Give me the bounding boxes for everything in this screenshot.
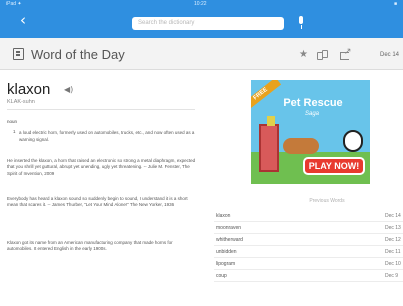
status-time: 10:22 xyxy=(194,1,207,7)
recent-word: moonraven xyxy=(216,225,242,231)
list-item[interactable]: coup Dec 9 xyxy=(214,270,403,282)
search-input[interactable]: Search the dictionary xyxy=(132,17,284,30)
page-header: Word of the Day ★ ↗ Dec 14 xyxy=(0,38,403,70)
pronunciation: KLAK-suhn xyxy=(7,99,35,105)
recent-word: klaxon xyxy=(216,213,231,219)
list-item[interactable]: unbidden Dec 11 xyxy=(214,246,403,258)
list-item[interactable]: klaxon Dec 14 xyxy=(214,210,403,222)
recent-word: whitherward xyxy=(216,237,243,243)
recent-words-heading: Previous Words xyxy=(309,198,345,204)
list-item[interactable]: moonraven Dec 13 xyxy=(214,222,403,234)
definition-number: 1 xyxy=(13,129,16,134)
word-origin: Klaxon got its name from an American man… xyxy=(7,240,173,252)
advertisement-banner[interactable]: FREE Pet Rescue Saga PLAY NOW! xyxy=(251,80,370,184)
recent-word: unbidden xyxy=(216,249,237,255)
recent-date: Dec 11 xyxy=(385,249,401,255)
list-item[interactable]: lipogram Dec 10 xyxy=(214,258,403,270)
recent-date: Dec 13 xyxy=(385,225,401,231)
recent-date: Dec 12 xyxy=(385,237,401,243)
ad-tagline: Saga xyxy=(304,111,319,117)
navigation-bar: iPad ✦ 10:22 ■ ‹ Search the dictionary xyxy=(0,0,403,38)
citation: He inserted the klaxon, a horn that rais… xyxy=(7,158,196,176)
recent-date: Dec 10 xyxy=(385,261,401,267)
headword: klaxon xyxy=(7,81,51,98)
citation: Everybody has heard a klaxon sound so su… xyxy=(7,196,188,208)
play-now-button[interactable]: PLAY NOW! xyxy=(303,157,365,175)
recent-word: coup xyxy=(216,273,227,279)
part-of-speech: noun xyxy=(7,119,18,124)
battery-icon: ■ xyxy=(393,1,397,7)
page-title: Word of the Day xyxy=(31,47,125,62)
flashcards-icon[interactable] xyxy=(317,50,331,60)
star-icon[interactable]: ★ xyxy=(299,50,308,60)
recent-word: lipogram xyxy=(216,261,236,267)
divider xyxy=(7,109,195,110)
recent-date: Dec 9 xyxy=(385,273,399,279)
definition-text: a loud electric horn, formerly used on a… xyxy=(19,130,195,142)
audio-speaker-icon[interactable]: ◀) xyxy=(64,86,73,94)
ad-logo: Pet Rescue xyxy=(283,97,343,109)
carrier-label: iPad ✦ xyxy=(6,1,22,7)
microphone-icon[interactable] xyxy=(297,16,305,30)
list-item[interactable]: whitherward Dec 12 xyxy=(214,234,403,246)
share-icon[interactable]: ↗ xyxy=(340,48,352,60)
status-bar: iPad ✦ 10:22 ■ xyxy=(0,1,403,9)
header-date[interactable]: Dec 14 xyxy=(380,52,399,58)
recent-date: Dec 14 xyxy=(385,213,401,219)
back-arrow-icon[interactable]: ‹ xyxy=(20,13,26,28)
recent-words-list: klaxon Dec 14 moonraven Dec 13 whitherward… xyxy=(214,210,403,282)
document-icon xyxy=(13,48,24,60)
